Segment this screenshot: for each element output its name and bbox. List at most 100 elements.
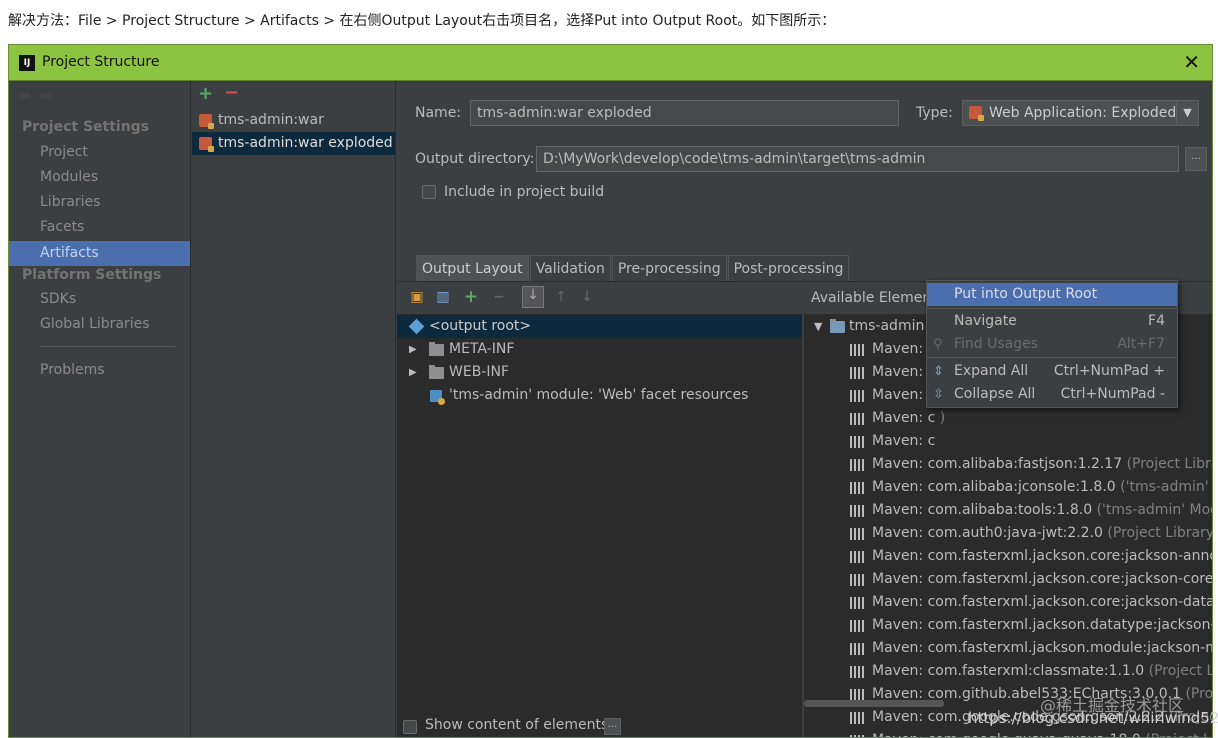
tree-node-output-root[interactable]: <output root> bbox=[397, 315, 802, 338]
tree-node-meta-inf[interactable]: ▶ META-INF bbox=[397, 338, 802, 361]
library-item[interactable]: Maven: com.alibaba:tools:1.8.0 ('tms-adm… bbox=[804, 499, 1212, 522]
artifact-item-label: tms-admin:war exploded bbox=[218, 135, 393, 151]
menu-item-put-into-output-root[interactable]: Put into Output Root bbox=[927, 283, 1177, 306]
sidebar-item-problems[interactable]: Problems bbox=[9, 358, 190, 383]
library-item[interactable]: Maven: com.fasterxml.jackson.core:jackso… bbox=[804, 545, 1212, 568]
create-archive-icon[interactable]: ▥ bbox=[435, 289, 451, 305]
maven-library-icon bbox=[850, 597, 866, 609]
library-item[interactable]: Maven: com.fasterxml.jackson.datatype:ja… bbox=[804, 614, 1212, 637]
add-artifact-icon[interactable]: + bbox=[198, 83, 213, 104]
war-artifact-icon bbox=[199, 114, 214, 129]
menu-shortcut: Ctrl+NumPad + bbox=[1053, 363, 1165, 379]
title-bar: IJ Project Structure ✕ bbox=[9, 45, 1212, 81]
library-name: Maven: com.fasterxml.jackson.core:jackso… bbox=[872, 594, 1213, 610]
sidebar-divider bbox=[40, 346, 175, 347]
chevron-down-icon[interactable]: ▼ bbox=[1176, 101, 1198, 125]
folder-icon bbox=[429, 342, 444, 356]
library-item[interactable]: Maven: com.alibaba:jconsole:1.8.0 ('tms-… bbox=[804, 476, 1212, 499]
tree-node-facet-resources[interactable]: 'tms-admin' module: 'Web' facet resource… bbox=[397, 384, 802, 407]
maven-library-icon bbox=[850, 505, 866, 517]
artifact-item-war-exploded[interactable]: tms-admin:war exploded bbox=[192, 132, 395, 155]
sort-elements-icon[interactable]: ↓ bbox=[522, 286, 544, 308]
library-item-label: Maven: com.fasterxml.jackson.core:jackso… bbox=[872, 568, 1212, 591]
sidebar-item-modules[interactable]: Modules bbox=[9, 165, 190, 190]
library-item[interactable]: Maven: com.auth0:java-jwt:2.2.0 (Project… bbox=[804, 522, 1212, 545]
library-item[interactable]: Maven: com.fasterxml.jackson.core:jackso… bbox=[804, 591, 1213, 614]
library-name: Maven: com.google.guava:guava:18.0 bbox=[872, 732, 1141, 737]
maven-library-icon bbox=[850, 436, 866, 448]
library-item[interactable]: Maven: c bbox=[804, 430, 1212, 453]
artifact-item-label: tms-admin:war bbox=[218, 112, 324, 128]
library-item-label: Maven: com.fasterxml.jackson.datatype:ja… bbox=[872, 614, 1212, 637]
include-in-build-checkbox[interactable] bbox=[422, 185, 436, 199]
output-directory-field[interactable]: D:\MyWork\develop\code\tms-admin\target\… bbox=[536, 146, 1179, 172]
add-copy-of-icon[interactable]: + bbox=[463, 289, 479, 306]
library-item-label: Maven: c ) bbox=[872, 407, 945, 430]
show-content-options-button[interactable]: ... bbox=[604, 718, 621, 735]
tab-post-processing[interactable]: Post-processing bbox=[727, 255, 850, 281]
forward-arrow-icon[interactable]: ⇨ bbox=[42, 89, 53, 104]
sidebar-item-artifacts[interactable]: Artifacts bbox=[9, 241, 190, 266]
menu-shortcut: Ctrl+NumPad - bbox=[1060, 386, 1165, 402]
tab-pre-processing[interactable]: Pre-processing bbox=[611, 255, 727, 281]
menu-divider bbox=[927, 308, 1177, 309]
library-item[interactable]: Maven: c ) bbox=[804, 407, 1212, 430]
move-down-icon[interactable]: ↓ bbox=[579, 289, 595, 305]
name-label: Name: bbox=[415, 105, 462, 121]
maven-library-icon bbox=[850, 344, 866, 356]
sidebar-item-facets[interactable]: Facets bbox=[9, 215, 190, 240]
library-item[interactable]: Maven: com.alibaba:fastjson:1.2.17 (Proj… bbox=[804, 453, 1212, 476]
expand-arrow-icon[interactable]: ▶ bbox=[409, 361, 417, 384]
library-name: Maven: com.fasterxml:classmate:1.1.0 bbox=[872, 663, 1145, 679]
collapse-arrow-icon[interactable]: ▼ bbox=[814, 315, 822, 338]
create-directory-icon[interactable]: ▣ bbox=[409, 289, 425, 305]
show-content-label: Show content of elements bbox=[425, 717, 609, 733]
sidebar-item-sdks[interactable]: SDKs bbox=[9, 287, 190, 312]
show-content-checkbox[interactable] bbox=[403, 720, 417, 734]
expand-arrow-icon[interactable]: ▶ bbox=[409, 338, 417, 361]
library-item[interactable]: Maven: com.fasterxml.jackson.core:jackso… bbox=[804, 568, 1212, 591]
library-scope: ('tms-admin' Module bbox=[1096, 502, 1212, 518]
tree-node-label: tms-admin bbox=[849, 318, 925, 334]
sidebar-item-libraries[interactable]: Libraries bbox=[9, 190, 190, 215]
library-name: Maven: com.alibaba:tools:1.8.0 bbox=[872, 502, 1093, 518]
type-dropdown[interactable]: Web Application: Exploded ▼ bbox=[962, 100, 1199, 126]
menu-item-navigate[interactable]: Navigate F4 bbox=[927, 310, 1177, 333]
browse-button[interactable]: ... bbox=[1185, 147, 1207, 171]
remove-element-icon[interactable]: − bbox=[491, 289, 507, 305]
name-field[interactable]: tms-admin:war exploded bbox=[470, 100, 899, 126]
tree-node-web-inf[interactable]: ▶ WEB-INF bbox=[397, 361, 802, 384]
maven-library-icon bbox=[850, 528, 866, 540]
maven-library-icon bbox=[850, 390, 866, 402]
type-label: Type: bbox=[916, 105, 953, 121]
library-item-label: Maven: com.alibaba:tools:1.8.0 ('tms-adm… bbox=[872, 499, 1212, 522]
horizontal-scrollbar[interactable] bbox=[804, 700, 944, 707]
type-dropdown-value: Web Application: Exploded bbox=[989, 105, 1177, 121]
output-root-icon bbox=[408, 318, 425, 335]
menu-item-label: Put into Output Root bbox=[954, 286, 1098, 302]
close-icon[interactable]: ✕ bbox=[1183, 50, 1200, 74]
folder-icon bbox=[429, 365, 444, 379]
tree-node-label: 'tms-admin' module: 'Web' facet resource… bbox=[449, 387, 749, 403]
tab-output-layout[interactable]: Output Layout bbox=[416, 255, 529, 281]
library-item-label: Maven: com.fasterxml.jackson.core:jackso… bbox=[872, 545, 1212, 568]
library-name: Maven: com.fasterxml.jackson.module:jack… bbox=[872, 640, 1213, 656]
remove-artifact-icon[interactable]: − bbox=[224, 82, 239, 103]
library-item[interactable]: Maven: com.fasterxml:classmate:1.1.0 (Pr… bbox=[804, 660, 1212, 683]
menu-item-collapse-all[interactable]: ⇳ Collapse All Ctrl+NumPad - bbox=[927, 383, 1177, 406]
menu-item-label: Collapse All bbox=[954, 386, 1036, 402]
library-scope: ) bbox=[939, 410, 946, 426]
back-arrow-icon[interactable]: ⇦ bbox=[19, 89, 30, 104]
library-item[interactable]: Maven: com.fasterxml.jackson.module:jack… bbox=[804, 637, 1213, 660]
artifact-item-war[interactable]: tms-admin:war bbox=[192, 109, 395, 132]
platform-settings-header: Platform Settings bbox=[22, 267, 162, 283]
bottom-bar: Show content of elements ... bbox=[397, 715, 797, 737]
move-up-icon[interactable]: ↑ bbox=[553, 289, 569, 305]
tab-validation[interactable]: Validation bbox=[529, 255, 611, 281]
sidebar-item-global-libraries[interactable]: Global Libraries bbox=[9, 312, 190, 337]
project-settings-header: Project Settings bbox=[22, 119, 150, 135]
menu-item-expand-all[interactable]: ⇕ Expand All Ctrl+NumPad + bbox=[927, 360, 1177, 383]
sidebar-item-project[interactable]: Project bbox=[9, 140, 190, 165]
war-artifact-icon bbox=[969, 106, 984, 121]
library-item[interactable]: Maven: com.google.guava:guava:18.0 (Proj… bbox=[804, 729, 1212, 737]
